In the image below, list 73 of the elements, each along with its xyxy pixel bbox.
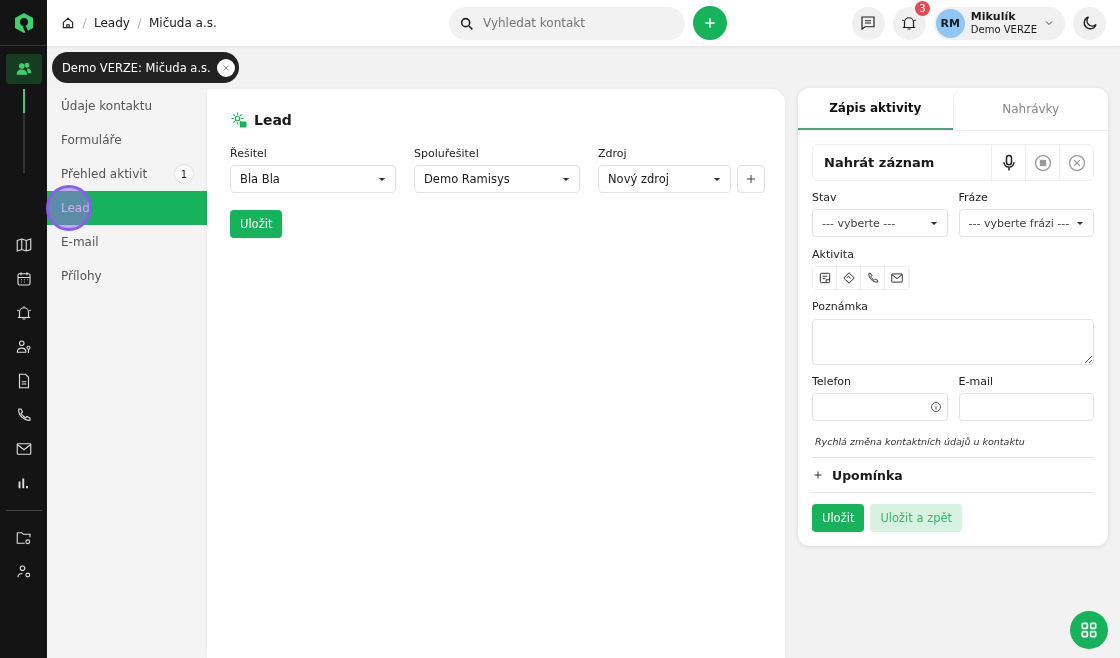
menu-item[interactable]: E-mail <box>47 225 207 259</box>
close-icon <box>1066 152 1087 173</box>
user-name: Mikulík <box>970 10 1017 24</box>
notifications-button[interactable] <box>892 6 926 40</box>
field-label: Zdroj <box>598 147 628 160</box>
dark-mode-button[interactable] <box>1073 6 1106 40</box>
email-field[interactable] <box>958 393 1094 421</box>
breadcrumb-link[interactable]: Mičuda a.s. <box>148 16 217 30</box>
diamond-icon <box>841 271 856 285</box>
plus-icon <box>744 172 758 186</box>
select-field[interactable]: Nový zdroj <box>598 165 731 193</box>
user-avatar: RM <box>935 8 965 38</box>
menu-item-label: Přílohy <box>61 269 102 283</box>
search-icon <box>459 15 475 32</box>
menu-item[interactable]: Přehled aktivit 1 <box>47 157 207 191</box>
recorder-title: Nahrát záznam <box>823 155 936 170</box>
menu-item-label: Formuláře <box>61 133 122 147</box>
home-icon[interactable] <box>61 16 75 30</box>
field-label: Fráze <box>958 191 989 204</box>
add-button[interactable] <box>737 165 765 193</box>
select-field[interactable]: Bla Bla <box>230 165 396 193</box>
select-field[interactable]: --- vyberte --- <box>812 209 948 237</box>
plus-icon <box>702 15 718 31</box>
people-icon[interactable] <box>5 54 42 84</box>
field-label: Poznámka <box>812 300 870 313</box>
caret-icon <box>562 176 570 182</box>
menu-item-label: E-mail <box>61 235 99 249</box>
phone-icon <box>865 271 880 285</box>
grid-icon <box>1079 620 1099 640</box>
field-label: Stav <box>812 191 838 204</box>
caret-icon <box>929 220 938 226</box>
field-label: E-mail <box>958 375 994 388</box>
apps-button[interactable] <box>1070 611 1108 649</box>
tab[interactable]: Nahrávky <box>952 88 1108 130</box>
search-field[interactable]: Vyhledat kontakt <box>449 6 685 40</box>
select-field[interactable]: Demo Ramisys <box>414 165 580 193</box>
messages-button[interactable] <box>851 6 885 40</box>
plus-icon <box>812 469 824 481</box>
field-label: Řešitel <box>230 147 268 160</box>
section-title: Lead <box>254 112 292 128</box>
select-field[interactable]: --- vyberte frázi --- <box>958 209 1094 237</box>
caret-icon <box>378 176 386 182</box>
breadcrumb-link[interactable]: Leady <box>94 16 130 30</box>
note-icon <box>817 271 832 285</box>
count-badge: 1 <box>175 165 193 183</box>
stop-icon <box>1032 152 1053 173</box>
field-label: Aktivita <box>812 248 855 261</box>
notification-count: 3 <box>914 0 930 16</box>
bell-icon <box>900 14 919 32</box>
tab[interactable]: Zápis aktivity <box>798 88 953 130</box>
caret-icon <box>1076 220 1084 226</box>
menu-item[interactable]: Formuláře <box>47 123 207 157</box>
menu-item-label: Přehled aktivit <box>61 167 148 181</box>
note-field[interactable] <box>812 319 1094 365</box>
add-button[interactable] <box>693 6 727 40</box>
menu-item-label: Údaje kontaktu <box>61 99 153 113</box>
menu-item[interactable]: Přílohy <box>47 259 207 293</box>
chat-icon <box>859 14 878 32</box>
reminder-toggle[interactable]: Upomínka <box>812 457 1094 493</box>
menu-item[interactable]: Údaje kontaktu <box>47 89 207 123</box>
close-button[interactable] <box>216 58 235 77</box>
caret-icon <box>713 176 721 182</box>
field-label: Spoluřešitel <box>414 147 480 160</box>
mail-icon <box>889 271 904 285</box>
contact-tab-label: Demo VERZE: Mičuda a.s. <box>62 60 211 75</box>
activity-type-button[interactable] <box>813 267 837 289</box>
phone-field[interactable] <box>812 393 948 421</box>
contact-tab[interactable]: Demo VERZE: Mičuda a.s. <box>52 52 239 83</box>
user-organization: Demo VERZE <box>970 23 1037 36</box>
info-icon <box>929 401 942 413</box>
menu-item-label: Lead <box>61 201 90 215</box>
hint-text: Rychlá změna kontaktních údajů u kontaktu <box>815 436 1026 447</box>
field-label: Telefon <box>812 375 852 388</box>
